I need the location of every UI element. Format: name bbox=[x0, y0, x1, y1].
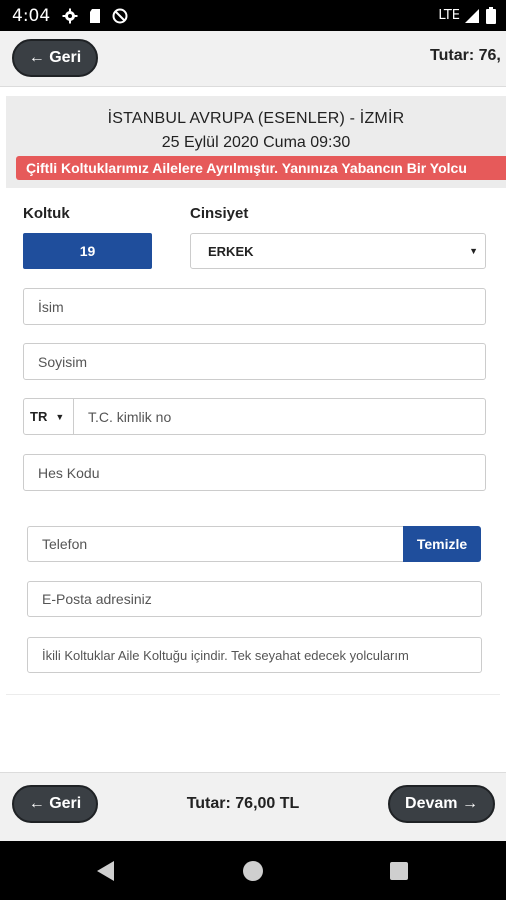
sd-card-icon bbox=[90, 8, 101, 23]
trip-info-card: İSTANBUL AVRUPA (ESENLER) - İZMİR 25 Eyl… bbox=[6, 96, 506, 188]
dropdown-caret-icon: ▼ bbox=[55, 411, 65, 422]
signal-icon bbox=[465, 8, 479, 23]
battery-icon bbox=[486, 7, 496, 24]
seat-number-badge: 19 bbox=[23, 233, 152, 269]
top-bar: ← Geri Tutar: 76, bbox=[0, 31, 506, 87]
trip-date: 25 Eylül 2020 Cuma 09:30 bbox=[161, 134, 351, 151]
nav-home-icon[interactable] bbox=[243, 861, 263, 881]
status-time: 4:04 bbox=[12, 5, 51, 26]
note-input[interactable]: İkili Koltuklar Aile Koltuğu içindir. Te… bbox=[27, 637, 482, 673]
country-code-select[interactable]: TR ▼ bbox=[24, 399, 74, 434]
nav-back-icon[interactable] bbox=[97, 861, 114, 881]
gear-icon bbox=[62, 8, 78, 23]
divider bbox=[6, 694, 500, 695]
family-seat-warning: Çiftli Koltuklarımız Ailelere Ayrılmıştı… bbox=[16, 156, 506, 180]
android-nav-bar bbox=[0, 841, 506, 900]
bottom-action-bar: ← Geri Tutar: 76,00 TL Devam → bbox=[0, 772, 506, 841]
tc-id-input[interactable]: T.C. kimlik no bbox=[88, 399, 171, 434]
dropdown-caret-icon: ▼ bbox=[469, 246, 478, 256]
country-code-value: TR bbox=[30, 409, 48, 424]
status-bar: 4:04 LTE bbox=[0, 0, 506, 31]
back-button-top[interactable]: ← Geri bbox=[12, 39, 98, 77]
no-data-icon bbox=[112, 8, 128, 23]
clear-phone-button[interactable]: Temizle bbox=[403, 526, 481, 562]
nav-recent-apps-icon[interactable] bbox=[390, 862, 408, 880]
gender-select[interactable]: ERKEK ▼ bbox=[190, 233, 486, 269]
gender-label: Cinsiyet bbox=[190, 205, 249, 222]
status-right: LTE bbox=[438, 0, 496, 31]
phone-input[interactable]: Telefon bbox=[27, 526, 405, 562]
seat-label: Koltuk bbox=[23, 205, 70, 222]
screen: 4:04 LTE ← Geri Tutar: 76, İSTANBUL AVRU… bbox=[0, 0, 506, 900]
gender-value: ERKEK bbox=[208, 243, 254, 259]
continue-button[interactable]: Devam → bbox=[388, 785, 495, 823]
tc-field-group: TR ▼ T.C. kimlik no bbox=[23, 398, 486, 435]
surname-input[interactable]: Soyisim bbox=[23, 343, 486, 380]
network-type: LTE bbox=[438, 8, 460, 23]
top-total-amount: Tutar: 76, bbox=[430, 47, 501, 64]
hes-code-input[interactable]: Hes Kodu bbox=[23, 454, 486, 491]
email-input[interactable]: E-Posta adresiniz bbox=[27, 581, 482, 617]
name-input[interactable]: İsim bbox=[23, 288, 486, 325]
trip-route: İSTANBUL AVRUPA (ESENLER) - İZMİR bbox=[107, 110, 405, 127]
